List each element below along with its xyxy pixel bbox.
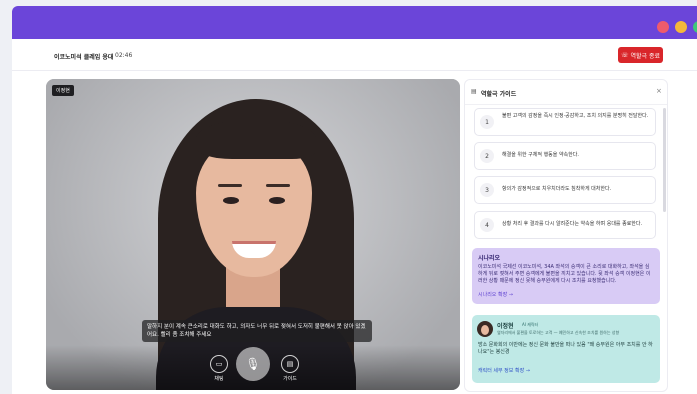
step-text: 항의가 감정적으로 치우치더라도 침착하게 대처한다. [502, 186, 612, 192]
guide-step-4: 4 상황 처리 후 결과를 다시 알려준다는 약속을 하며 응대를 종료한다. [474, 211, 656, 239]
guide-step-1: 1 불편 고객의 감정을 즉시 인정·공감하고, 조치 의지를 분명히 전달한다… [474, 108, 656, 136]
guide-label: 가이드 [283, 376, 297, 382]
session-title: 이코노미석 클레임 응대 [54, 54, 114, 61]
scenario-title: 시나리오 [478, 255, 501, 262]
step-text: 해결을 위한 구체적 행동을 약속한다. [502, 152, 579, 158]
header-divider [12, 70, 697, 71]
left-brow [218, 184, 242, 187]
guide-button[interactable]: ▤ 가이드 [281, 355, 299, 382]
microphone-icon: 🎙 [245, 357, 261, 371]
step-number: 4 [480, 218, 494, 232]
panel-header: ▤ 역할극 가이드 × [465, 80, 667, 105]
video-call-area: 이정현 말하지 분이 계속 큰소리로 대화도 하고, 의자도 너무 뒤로 젖혀서… [46, 79, 460, 390]
guide-icon: ▤ [281, 355, 299, 373]
session-timer: 02:46 [115, 52, 133, 59]
end-roleplay-label: 역할극 종료 [630, 52, 661, 60]
persona-description: 옆자리에서 불편을 토로하는 고객 — 예민하고 신속한 조치를 원하는 성향 [497, 330, 620, 335]
persona-quote: 방소 문화회의 이반에는 정신 문화 불만을 떠나 있음 "왜 승무원은 아무 … [478, 342, 653, 355]
window-maximize-button[interactable] [693, 21, 697, 33]
guide-step-2: 2 해결을 위한 구체적 행동을 약속한다. [474, 142, 656, 170]
chat-label: 채팅 [214, 376, 224, 382]
persona-card: 이정현 AI 캐릭터 옆자리에서 불편을 토로하는 고객 — 예민하고 신속한 … [472, 315, 660, 383]
window-minimize-button[interactable] [675, 21, 687, 33]
chat-icon: ▭ [210, 355, 228, 373]
panel-title: 역할극 가이드 [481, 91, 517, 98]
scenario-expand-link[interactable]: 시나리오 확장 → [478, 291, 513, 298]
subtitle-caption: 말하지 분이 계속 큰소리로 대화도 하고, 의자도 너무 뒤로 젖혀서 도저히… [142, 320, 372, 342]
step-number: 3 [480, 183, 494, 197]
step-number: 1 [480, 115, 494, 129]
roleplay-session-card: 이코노미석 클레임 응대 02:46 ☏ 역할극 종료 이정현 말하지 분이 계… [12, 39, 697, 394]
scenario-card: 시나리오 이코노미석 국제선 이코노미석, 34A 좌석의 승객이 큰 소리로 … [472, 248, 660, 304]
speaker-name-tag: 이정현 [52, 85, 74, 96]
panel-scrollbar[interactable] [663, 108, 666, 212]
mouth [232, 241, 276, 258]
window-close-button[interactable] [657, 21, 669, 33]
persona-expand-link[interactable]: 캐릭터 세부 정보 확장 → [478, 367, 530, 374]
guide-step-3: 3 항의가 감정적으로 치우치더라도 침착하게 대처한다. [474, 176, 656, 204]
window-titlebar [12, 6, 697, 39]
step-text: 상황 처리 후 결과를 다시 알려준다는 약속을 하며 응대를 종료한다. [502, 221, 643, 227]
step-text: 불편 고객의 감정을 즉시 인정·공감하고, 조치 의지를 분명히 전달한다. [502, 113, 649, 119]
close-panel-icon[interactable]: × [656, 87, 662, 95]
right-brow [266, 184, 290, 187]
persona-name: 이정현 [497, 323, 514, 330]
end-roleplay-button[interactable]: ☏ 역할극 종료 [618, 47, 663, 63]
hangup-icon: ☏ [620, 51, 629, 59]
roleplay-guide-panel: ▤ 역할극 가이드 × 1 불편 고객의 감정을 즉시 인정·공감하고, 조치 … [464, 79, 668, 392]
chat-button[interactable]: ▭ 채팅 [210, 355, 228, 382]
avatar-face [481, 325, 489, 335]
step-number: 2 [480, 149, 494, 163]
microphone-button[interactable]: 🎙 [236, 347, 270, 381]
left-eye [223, 197, 239, 204]
persona-tag: AI 캐릭터 [522, 322, 539, 327]
book-icon: ▤ [471, 88, 477, 95]
scenario-body: 이코노미석 국제선 이코노미석, 34A 좌석의 승객이 큰 소리로 대화하고,… [478, 264, 651, 284]
avatar [477, 321, 493, 337]
right-eye [269, 197, 285, 204]
character-bangs [196, 119, 316, 159]
